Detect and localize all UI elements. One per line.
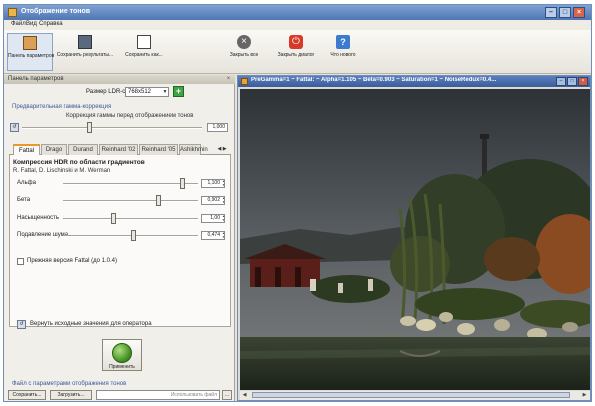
gamma-value-field[interactable]: 1,000 [207,123,228,132]
close-dialog-label: Закрыть диалог [277,52,315,58]
gamma-label: Коррекция гаммы перед отображением тонов [66,113,194,119]
apply-button[interactable]: Применить [102,339,142,371]
tm-params-section-title: Файл с параметрами отображения тонов [12,381,127,387]
tonemapped-image[interactable] [240,89,590,390]
apply-label: Применить [109,364,135,370]
beta-label: Бета [17,197,31,203]
save-as-button[interactable]: Сохранить как... [118,33,170,71]
load-params-button[interactable]: Загрузить... [50,390,92,400]
power-icon: ⏻ [289,35,303,49]
noise-reduction-slider-thumb[interactable] [131,230,136,241]
save-processed-button[interactable]: Сохранить результаты... [56,33,114,71]
save-processed-label: Сохранить результаты... [56,52,114,58]
close-dialog-button[interactable]: ⏻ Закрыть диалог [275,33,317,71]
saturation-slider[interactable] [63,218,198,220]
gamma-section-title: Предварительная гамма-коррекция [12,104,112,110]
floppy-icon [137,35,151,49]
alpha-slider[interactable] [63,183,198,185]
image-maximize-button[interactable]: □ [567,77,577,86]
gamma-reset-button[interactable]: ↺ [10,123,19,132]
saturation-slider-thumb[interactable] [111,213,116,224]
tab-reinhard02[interactable]: Reinhard '02 [99,144,138,155]
whats-new-label: Что нового [330,52,356,58]
image-window: PreGamma=1 ~ Fattal: ~ Alpha=1.105 ~ Bet… [237,75,591,401]
menu-file[interactable]: Файл [11,21,26,27]
params-panel-title: Панель параметров [8,76,64,82]
garden-scene-picture [240,89,590,390]
spinner-arrows-icon[interactable]: ▲ ▼ [222,196,226,205]
beta-slider-thumb[interactable] [156,195,161,206]
save-processed-icon [78,35,92,49]
saturation-label: Насыщенность [17,215,60,221]
alpha-label: Альфа [17,180,36,186]
tab-ashikhmin[interactable]: Ashikhmin [179,144,208,155]
scrollbar-thumb[interactable] [252,392,570,398]
close-all-label: Закрыть все [229,52,259,58]
browse-folder-icon[interactable]: … [222,390,232,400]
alpha-slider-thumb[interactable] [180,178,185,189]
scroll-left-icon[interactable]: ◀ [240,391,249,399]
close-all-icon: × [237,35,251,49]
menu-bar: Файл Вид Справка [4,20,591,30]
tab-scroll-arrows[interactable]: ◀ ▶ [215,145,229,154]
beta-slider[interactable] [63,200,198,202]
panel-icon [23,36,37,50]
operator-authors: R. Fattal, D. Lischinski и M. Werman [13,168,111,174]
add-size-button[interactable]: + [173,86,184,97]
spinner-arrows-icon[interactable]: ▲ ▼ [222,231,226,240]
operator-title: Компрессия HDR по области градиентов [13,159,145,166]
operator-tabs: Fattal Drago Durand Reinhard '02 Reinhar… [9,144,231,156]
title-bar: Отображение тонов – □ × [4,5,591,20]
gamma-slider[interactable] [22,127,202,129]
maximize-button[interactable]: □ [559,7,571,18]
reset-operator-button[interactable]: ↺ [17,320,26,329]
chevron-down-icon[interactable]: ▼ [161,87,169,97]
image-window-title: PreGamma=1 ~ Fattal: ~ Alpha=1.105 ~ Bet… [251,77,497,83]
save-params-button[interactable]: Сохранить... [8,390,46,400]
app-icon [8,8,17,17]
minimize-button[interactable]: – [545,7,557,18]
window-title: Отображение тонов [21,8,91,15]
image-close-button[interactable]: × [578,77,588,86]
toolbar: Панель параметров Сохранить результаты..… [4,30,591,74]
scroll-right-icon[interactable]: ▶ [580,391,589,399]
params-panel-label: Панель параметров [8,53,55,59]
params-panel-header: Панель параметров × [4,75,235,84]
old-fattal-label: Прежняя версия Fattal (до 1.0.4) [27,258,117,264]
image-minimize-button[interactable]: – [556,77,566,86]
reset-operator-label: Вернуть исходные значения для оператора [30,321,152,327]
menu-help[interactable]: Справка [39,21,63,27]
params-panel-button[interactable]: Панель параметров [7,33,55,71]
noise-reduction-label: Подавление шума [17,232,69,238]
menu-view[interactable]: Вид [26,21,37,27]
spinner-arrows-icon[interactable]: ▲ ▼ [222,214,226,223]
apply-icon [112,343,132,363]
tab-durand[interactable]: Durand [68,144,98,155]
spinner-arrows-icon[interactable]: ▲ ▼ [222,179,226,188]
tab-drago[interactable]: Drago [41,144,67,155]
params-file-input[interactable]: Использовать файл [96,390,220,400]
whats-new-button[interactable]: ? Что нового [326,33,360,71]
horizontal-scrollbar[interactable]: ◀ ▶ [240,391,590,400]
app-window: Отображение тонов – □ × Файл Вид Справка… [3,4,592,402]
panel-close-icon[interactable]: × [225,76,232,83]
tab-page [9,155,231,327]
image-window-icon [241,78,248,85]
gamma-slider-thumb[interactable] [87,122,92,133]
close-button[interactable]: × [573,7,585,18]
old-fattal-checkbox[interactable] [17,258,24,265]
close-all-button[interactable]: × Закрыть все [226,33,262,71]
whats-new-icon: ? [336,35,350,49]
tab-reinhard05[interactable]: Reinhard '05 [139,144,178,155]
params-panel: Панель параметров × Размер LDR-снимка: 7… [4,75,235,401]
image-window-title-bar: PreGamma=1 ~ Fattal: ~ Alpha=1.105 ~ Bet… [238,76,590,87]
save-as-label: Сохранить как... [125,52,163,58]
